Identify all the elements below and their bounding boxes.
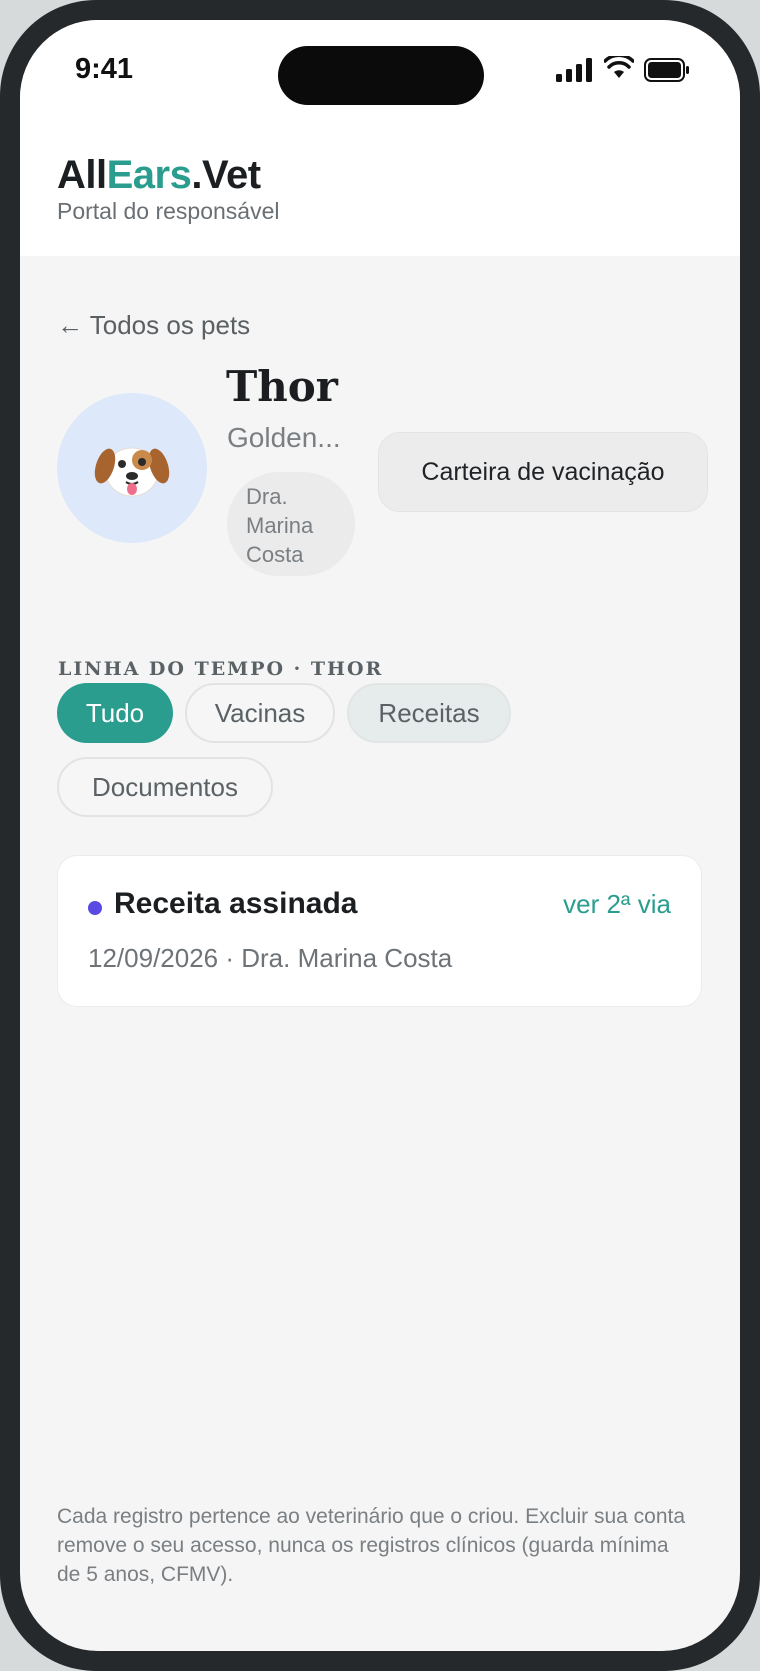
app-header: 9:41 AllEars.Vet Portal do responsável: [20, 20, 740, 256]
view-copy-link[interactable]: ver 2ª via: [563, 889, 671, 920]
battery-icon: [644, 58, 689, 82]
entry-meta: 12/09/2026 · Dra. Marina Costa: [88, 943, 452, 974]
brand-part1: All: [57, 153, 107, 197]
pet-breed: Golden...: [227, 422, 341, 453]
entry-type-dot: [88, 901, 102, 915]
brand-part3: .Vet: [191, 153, 261, 197]
data-retention-note: Cada registro pertence ao veterinário qu…: [57, 1505, 686, 1586]
dog-face-icon: [94, 447, 170, 497]
filter-tudo[interactable]: Tudo: [57, 683, 173, 743]
entry-title: Receita assinada: [114, 887, 358, 920]
screen: 9:41 AllEars.Vet Portal do responsável ←…: [20, 20, 740, 1651]
phone-frame: 9:41 AllEars.Vet Portal do responsável ←…: [0, 0, 760, 1671]
timeline-entry-card: Receita assinada ver 2ª via 12/09/2026 ·…: [57, 855, 702, 1007]
entry-date: 12/09/2026: [88, 943, 219, 973]
pet-name: Thor: [226, 362, 338, 411]
cellular-signal-icon: [556, 58, 592, 82]
vaccination-card-button[interactable]: Carteira de vacinação: [378, 432, 708, 512]
filter-vacinas[interactable]: Vacinas: [185, 683, 335, 743]
vet-badge-label: Dra. Marina Costa: [246, 484, 314, 567]
filter-receitas[interactable]: Receitas: [347, 683, 511, 743]
back-link[interactable]: ← Todos os pets: [57, 310, 250, 341]
brand-part2: Ears: [106, 153, 192, 197]
timeline-title: LINHA DO TEMPO · THOR: [58, 658, 384, 680]
wifi-icon: [604, 56, 634, 78]
status-time: 9:41: [75, 53, 134, 85]
dynamic-island: [278, 46, 484, 105]
filter-documentos[interactable]: Documentos: [57, 757, 273, 817]
entry-vet: Dra. Marina Costa: [241, 943, 453, 973]
app-logo: AllEars.Vet: [57, 153, 261, 198]
portal-subtitle: Portal do responsável: [57, 198, 280, 224]
entry-separator: ·: [218, 943, 242, 973]
pet-avatar: [57, 393, 207, 543]
vet-badge: Dra. Marina Costa: [227, 472, 355, 576]
